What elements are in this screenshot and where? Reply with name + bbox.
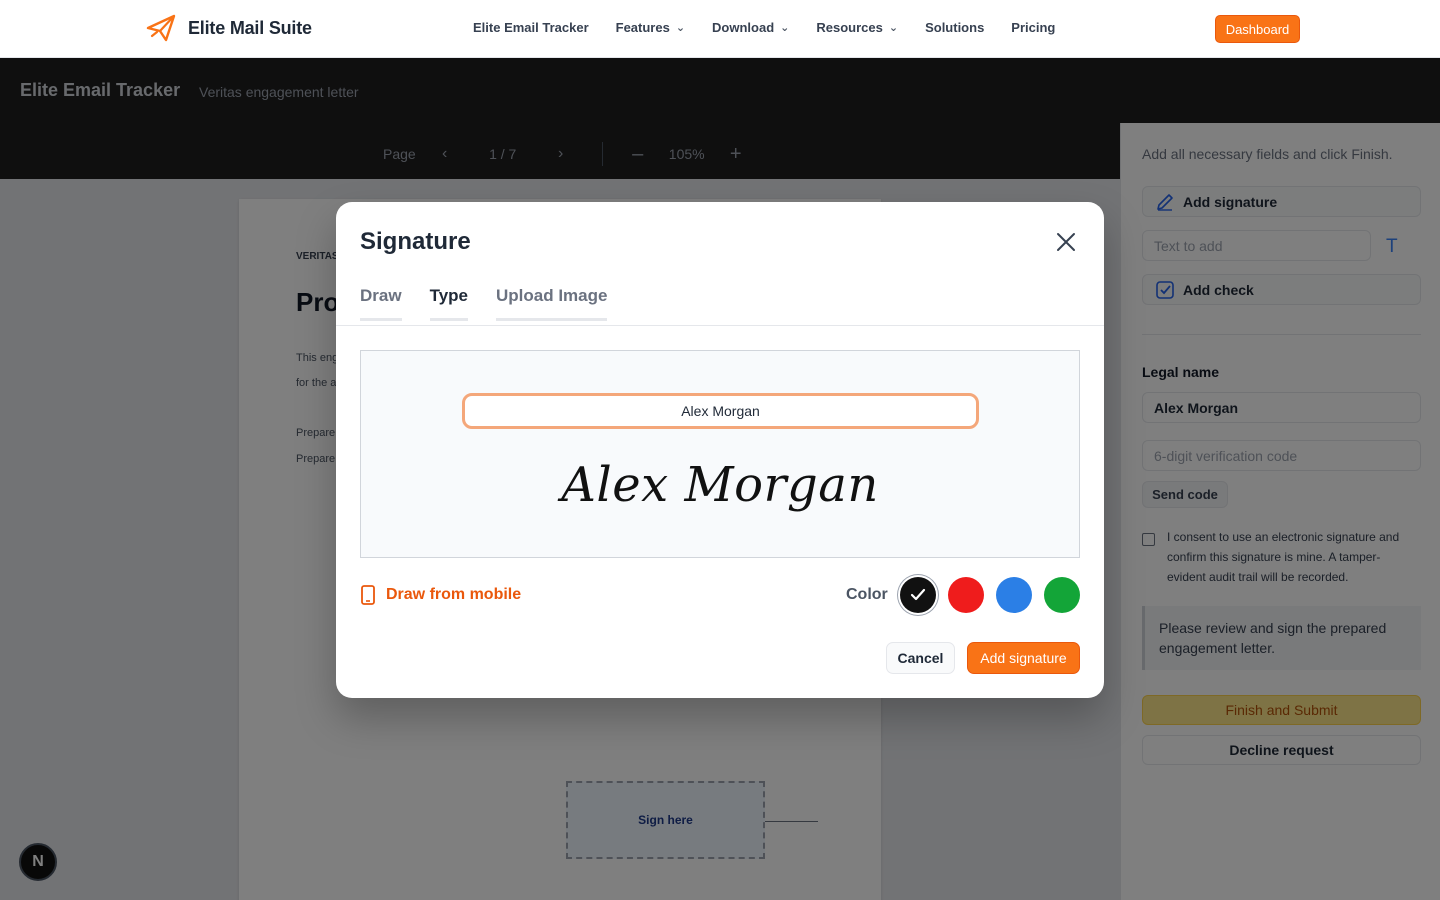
draw-from-mobile-link[interactable]: Draw from mobile bbox=[360, 585, 521, 605]
mobile-phone-icon bbox=[361, 585, 375, 605]
signature-tabs: Draw Type Upload Image bbox=[360, 286, 608, 321]
nav-link-label: Download bbox=[712, 20, 775, 35]
nav-link-download[interactable]: Download ⌄ bbox=[712, 20, 789, 35]
color-swatch-red[interactable] bbox=[948, 577, 984, 613]
brand-name: Elite Mail Suite bbox=[188, 17, 312, 38]
color-swatch-green[interactable] bbox=[1044, 577, 1080, 613]
color-swatch-black[interactable] bbox=[900, 577, 936, 613]
dialog-title: Signature bbox=[360, 228, 471, 255]
draw-from-mobile-label: Draw from mobile bbox=[386, 586, 522, 603]
nav-link-label: Solutions bbox=[925, 20, 985, 35]
nav-link-pricing[interactable]: Pricing bbox=[1011, 20, 1055, 35]
chevron-down-icon: ⌄ bbox=[888, 22, 899, 34]
close-icon[interactable] bbox=[1054, 230, 1078, 254]
signature-canvas: Alex Morgan bbox=[360, 350, 1080, 558]
chevron-down-icon: ⌄ bbox=[780, 22, 790, 34]
checkmark-icon bbox=[910, 588, 926, 601]
nav-link-label: Features bbox=[615, 20, 670, 35]
signature-preview: Alex Morgan bbox=[561, 457, 879, 513]
nav-link-label: Resources bbox=[816, 20, 883, 35]
tabs-divider bbox=[336, 325, 1104, 326]
color-label: Color bbox=[846, 586, 888, 603]
nav-link-features[interactable]: Features ⌄ bbox=[616, 20, 685, 35]
dashboard-button[interactable]: Dashboard bbox=[1215, 15, 1300, 43]
nav-link-elite-email-tracker[interactable]: Elite Email Tracker bbox=[473, 20, 589, 35]
nav-link-label: Pricing bbox=[1011, 20, 1056, 35]
nav-link-resources[interactable]: Resources ⌄ bbox=[816, 20, 898, 35]
signature-dialog: Signature Draw Type Upload Image Alex Mo… bbox=[336, 202, 1104, 698]
add-signature-confirm-button[interactable]: Add signature bbox=[967, 642, 1080, 674]
top-navbar: Elite Mail Suite Elite Email Tracker Feat… bbox=[0, 0, 1440, 58]
tab-type[interactable]: Type bbox=[429, 286, 468, 321]
nav-link-label: Elite Email Tracker bbox=[473, 20, 589, 35]
tab-upload-image[interactable]: Upload Image bbox=[496, 286, 608, 321]
chevron-down-icon: ⌄ bbox=[675, 22, 686, 34]
color-swatch-blue[interactable] bbox=[996, 577, 1032, 613]
paper-plane-icon bbox=[146, 14, 176, 42]
cancel-button[interactable]: Cancel bbox=[886, 642, 955, 674]
brand[interactable]: Elite Mail Suite bbox=[146, 14, 312, 42]
signature-name-input[interactable] bbox=[462, 393, 979, 429]
nav-link-solutions[interactable]: Solutions bbox=[925, 20, 984, 35]
nav-links: Elite Email Tracker Features ⌄ Download ⌄ Res… bbox=[473, 20, 1055, 35]
tab-draw[interactable]: Draw bbox=[360, 286, 402, 321]
